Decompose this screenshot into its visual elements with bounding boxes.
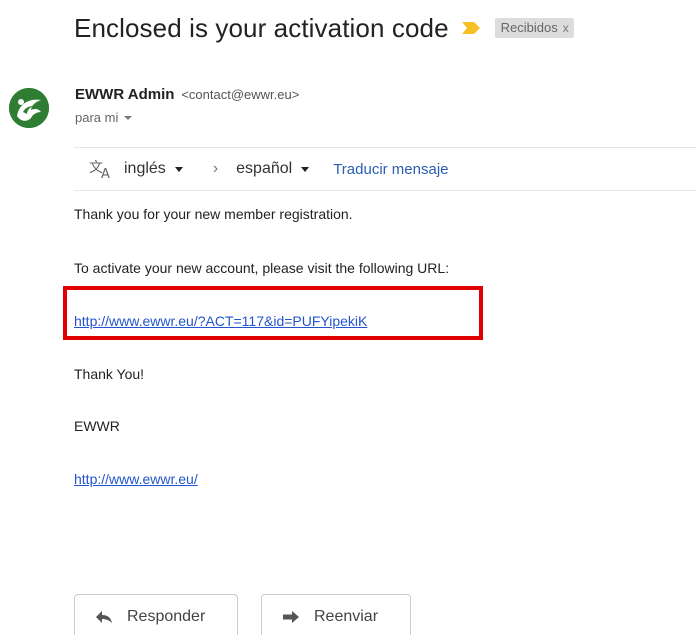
forward-label: Reenviar xyxy=(314,608,379,625)
activation-url-link[interactable]: http://www.ewwr.eu/?ACT=117&id=PUFYipeki… xyxy=(74,313,367,329)
label-text: Recibidos xyxy=(500,20,558,35)
body-line-thanks: Thank You! xyxy=(74,366,145,382)
inbox-label-badge[interactable]: Recibidos x xyxy=(494,18,574,38)
target-language-label: español xyxy=(236,160,293,177)
chevron-down-icon xyxy=(174,166,183,172)
sender-avatar[interactable] xyxy=(9,88,49,128)
chevron-down-icon xyxy=(124,116,133,120)
translate-message-link[interactable]: Traducir mensaje xyxy=(333,161,448,178)
reply-icon xyxy=(95,609,113,625)
sender-name[interactable]: EWWR Admin xyxy=(75,86,174,103)
target-language-select[interactable]: español xyxy=(236,160,310,178)
recipient-details-toggle[interactable]: para mi xyxy=(75,110,299,125)
importance-marker-icon[interactable] xyxy=(461,21,481,35)
sender-block: EWWR Admin <contact@ewwr.eu> para mi xyxy=(75,86,299,125)
translate-icon: 文 A xyxy=(88,158,114,182)
source-language-label: inglés xyxy=(124,160,166,177)
recipient-label: para mi xyxy=(75,110,119,125)
body-line-registration: Thank you for your new member registrati… xyxy=(74,206,353,222)
body-line-instructions: To activate your new account, please vis… xyxy=(74,260,450,276)
signature: EWWR xyxy=(74,418,120,434)
subject-row: Enclosed is your activation code Recibid… xyxy=(74,8,574,48)
reply-button[interactable]: Responder xyxy=(74,594,238,635)
chevron-down-icon xyxy=(301,166,310,172)
sender-line: EWWR Admin <contact@ewwr.eu> xyxy=(75,86,299,103)
forward-button[interactable]: Reenviar xyxy=(261,594,411,635)
source-language-select[interactable]: inglés xyxy=(124,160,183,178)
reply-label: Responder xyxy=(127,608,206,625)
sender-email: <contact@ewwr.eu> xyxy=(181,87,300,102)
forward-icon xyxy=(282,609,300,625)
email-subject: Enclosed is your activation code xyxy=(74,12,449,43)
chevron-right-icon: › xyxy=(212,160,219,177)
svg-text:A: A xyxy=(101,167,110,180)
translate-bar: 文 A inglés › español Traducir mensaje xyxy=(74,147,696,191)
site-url-link[interactable]: http://www.ewwr.eu/ xyxy=(74,471,198,487)
email-view: Enclosed is your activation code Recibid… xyxy=(0,0,696,635)
remove-label-icon[interactable]: x xyxy=(563,21,569,35)
